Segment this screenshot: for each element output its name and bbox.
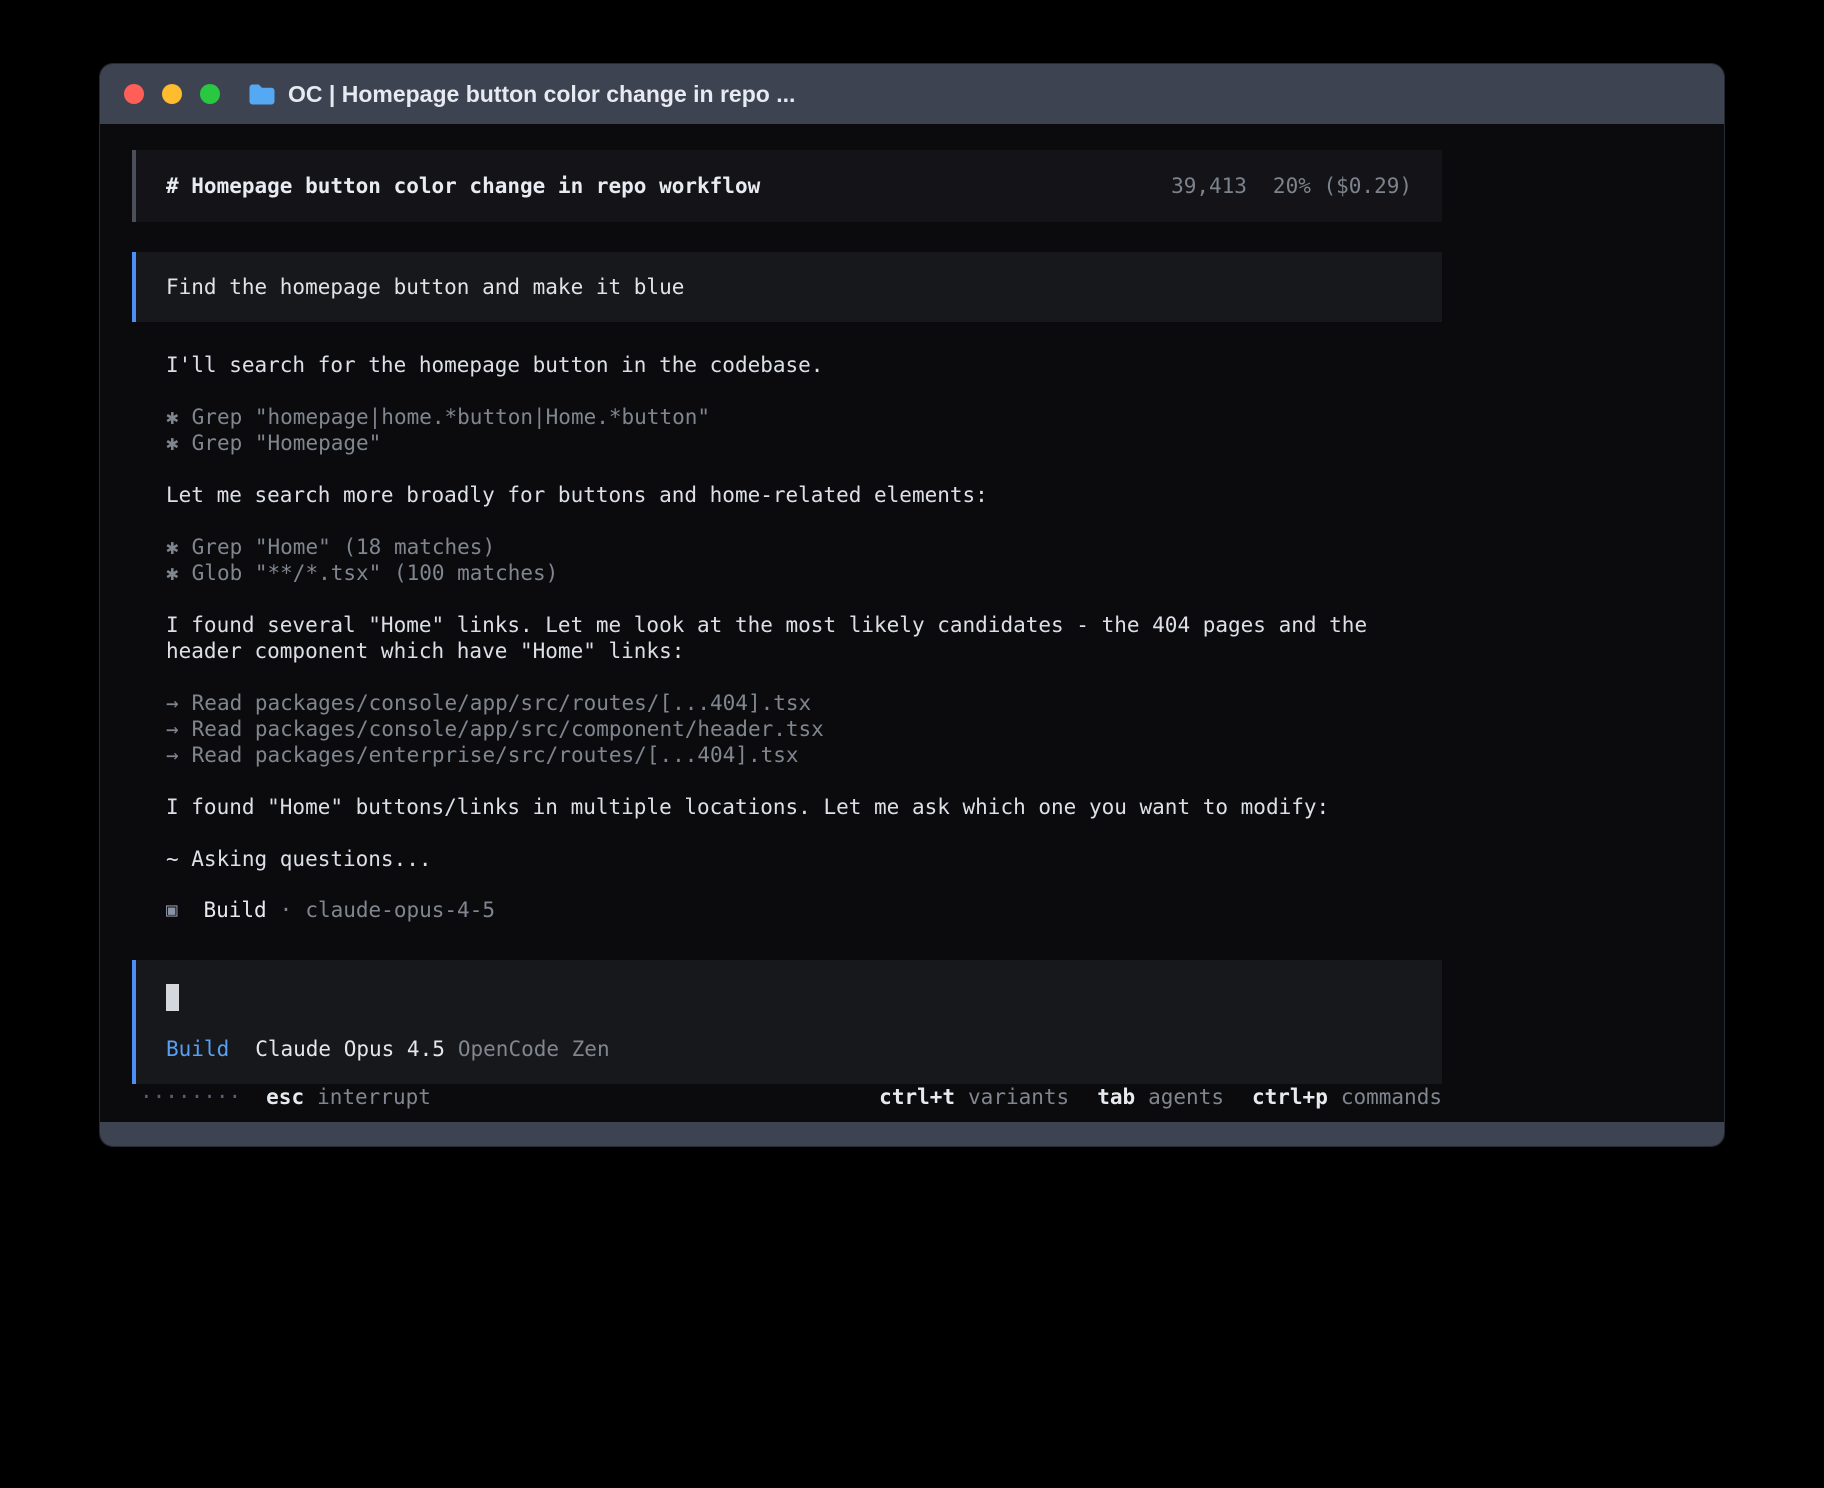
working-status: ~ Asking questions... xyxy=(166,846,1442,872)
status-bar-hints: ctrl+t variants tab agents ctrl+p comman… xyxy=(879,1084,1442,1110)
status-bar: ········ esc interrupt ctrl+t variants t… xyxy=(132,1084,1442,1110)
user-message: Find the homepage button and make it blu… xyxy=(132,252,1442,322)
spinner-dots: ········ xyxy=(140,1084,241,1110)
window-controls xyxy=(124,84,220,104)
tool-call-group-search: ✱ Grep "homepage|home.*button|Home.*butto… xyxy=(166,404,1442,456)
assistant-text-broaden: Let me search more broadly for buttons a… xyxy=(166,482,1442,508)
input-provider-label: OpenCode Zen xyxy=(458,1036,610,1062)
commands-hint: ctrl+p commands xyxy=(1252,1084,1442,1110)
agent-model: claude-opus-4-5 xyxy=(305,898,495,922)
tool-call-grep-2: ✱ Grep "Homepage" xyxy=(166,430,1442,456)
tool-run-icon: ✱ xyxy=(166,560,179,586)
assistant-text-candidates: I found several "Home" links. Let me loo… xyxy=(166,612,1442,664)
variants-label: variants xyxy=(968,1084,1069,1110)
tool-call-label: Glob "**/*.tsx" (100 matches) xyxy=(192,561,559,585)
tool-run-icon: ✱ xyxy=(166,534,179,560)
tool-call-read-3: → Read packages/enterprise/src/routes/[..… xyxy=(166,742,1442,768)
session-title: # Homepage button color change in repo w… xyxy=(166,173,760,199)
window-title: OC | Homepage button color change in rep… xyxy=(288,81,795,108)
tool-run-icon: ✱ xyxy=(166,404,179,430)
close-button[interactable] xyxy=(124,84,144,104)
agents-hint: tab agents xyxy=(1097,1084,1224,1110)
interrupt-label: interrupt xyxy=(317,1084,431,1110)
read-arrow-icon: → xyxy=(166,690,179,716)
tool-call-label: Read packages/enterprise/src/routes/[...… xyxy=(192,743,799,767)
tab-key-hint: tab xyxy=(1097,1084,1135,1110)
titlebar-title-group: OC | Homepage button color change in rep… xyxy=(248,81,795,108)
user-message-text: Find the homepage button and make it blu… xyxy=(166,275,684,299)
agent-name: Build xyxy=(203,898,266,922)
assistant-text-ask: I found "Home" buttons/links in multiple… xyxy=(166,794,1442,820)
prompt-input[interactable]: Build Claude Opus 4.5 OpenCode Zen xyxy=(132,960,1442,1084)
ctrl-t-key-hint: ctrl+t xyxy=(879,1084,955,1110)
input-agent-label[interactable]: Build xyxy=(166,1036,229,1062)
read-arrow-icon: → xyxy=(166,742,179,768)
assistant-text-intro: I'll search for the homepage button in t… xyxy=(166,352,1442,378)
tool-call-grep-3: ✱ Grep "Home" (18 matches) xyxy=(166,534,1442,560)
assistant-transcript: I'll search for the homepage button in t… xyxy=(132,352,1442,948)
minimize-button[interactable] xyxy=(162,84,182,104)
maximize-button[interactable] xyxy=(200,84,220,104)
agent-separator: · xyxy=(280,898,293,922)
commands-label: commands xyxy=(1341,1084,1442,1110)
agents-label: agents xyxy=(1148,1084,1224,1110)
window-bottom-bar xyxy=(100,1122,1724,1146)
tool-run-icon: ✱ xyxy=(166,430,179,456)
ctrl-p-key-hint: ctrl+p xyxy=(1252,1084,1328,1110)
tool-call-read-2: → Read packages/console/app/src/component… xyxy=(166,716,1442,742)
session-header: # Homepage button color change in repo w… xyxy=(132,150,1442,222)
tool-call-read-1: → Read packages/console/app/src/routes/[.… xyxy=(166,690,1442,716)
tool-call-group-reads: → Read packages/console/app/src/routes/[.… xyxy=(166,690,1442,768)
tool-call-label: Grep "Home" (18 matches) xyxy=(192,535,495,559)
tool-call-group-broad: ✱ Grep "Home" (18 matches) ✱ Glob "**/*.ts… xyxy=(166,534,1442,586)
text-cursor xyxy=(166,984,179,1011)
input-model-label[interactable]: Claude Opus 4.5 xyxy=(255,1036,445,1062)
esc-key-hint: esc xyxy=(266,1084,304,1110)
input-meta-row: Build Claude Opus 4.5 OpenCode Zen xyxy=(166,1036,1412,1062)
session-stats: 39,413 20% ($0.29) xyxy=(1171,173,1412,199)
tool-call-label: Read packages/console/app/src/component/… xyxy=(192,717,824,741)
folder-icon xyxy=(248,83,275,105)
window-titlebar[interactable]: OC | Homepage button color change in rep… xyxy=(100,64,1724,124)
context-usage: 20% ($0.29) xyxy=(1273,173,1412,199)
agent-square-icon: ▣ xyxy=(166,899,177,921)
tool-call-glob: ✱ Glob "**/*.tsx" (100 matches) xyxy=(166,560,1442,586)
read-arrow-icon: → xyxy=(166,716,179,742)
agent-badge: ▣ Build · claude-opus-4-5 xyxy=(166,898,1442,922)
variants-hint: ctrl+t variants xyxy=(879,1084,1069,1110)
tool-call-label: Grep "Homepage" xyxy=(192,431,382,455)
terminal-content: # Homepage button color change in repo w… xyxy=(100,124,1724,1122)
tool-call-label: Grep "homepage|home.*button|Home.*button… xyxy=(192,405,710,429)
tool-call-grep-1: ✱ Grep "homepage|home.*button|Home.*butto… xyxy=(166,404,1442,430)
tool-call-label: Read packages/console/app/src/routes/[..… xyxy=(192,691,812,715)
opencode-terminal-window: OC | Homepage button color change in rep… xyxy=(99,63,1725,1147)
token-count: 39,413 xyxy=(1171,173,1247,199)
